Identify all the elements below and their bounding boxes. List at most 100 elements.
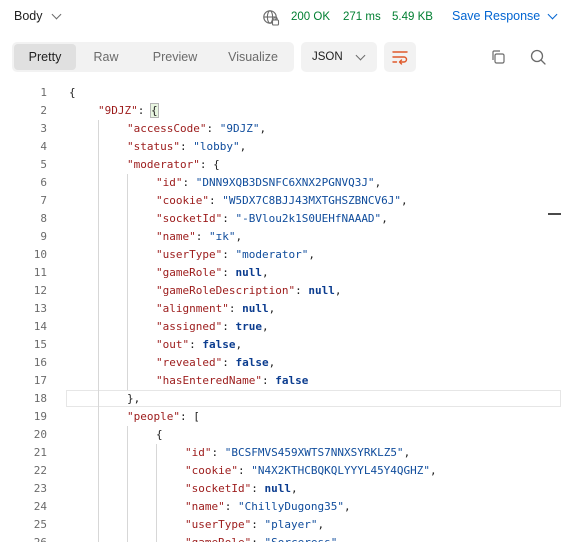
json-key: "9DJZ" — [98, 104, 138, 117]
json-punctuation: : — [182, 176, 196, 189]
line-number: 23 — [33, 482, 47, 495]
body-dropdown[interactable]: Body — [14, 9, 61, 23]
json-literal: false — [202, 338, 236, 351]
tab-visualize-label: Visualize — [228, 50, 278, 64]
bracket-match: { — [150, 103, 159, 118]
line-number: 20 — [33, 428, 47, 441]
json-punctuation: , — [403, 446, 411, 459]
json-key: "gameRole" — [185, 536, 251, 542]
json-punctuation: : — [222, 248, 236, 261]
code-text: "out": false, — [156, 336, 242, 354]
code-line: 16 "revealed": false, — [0, 354, 576, 372]
json-punctuation: : — [195, 230, 209, 243]
code-text: "gameRole": null, — [156, 264, 269, 282]
json-punctuation: : — [295, 284, 309, 297]
json-key: "out" — [156, 338, 190, 351]
line-number: 1 — [40, 86, 47, 99]
indent-guide — [127, 174, 128, 390]
json-string: "ChillyDugong35" — [238, 500, 344, 513]
line-number: 7 — [40, 194, 47, 207]
code-line: 21 "id": "BCSFMVS459XWTS7NNXSYRKLZ5", — [0, 444, 576, 462]
code-text: "alignment": null, — [156, 300, 275, 318]
code-text: "gameRole": "Sorceress" — [185, 534, 337, 542]
json-code-viewer[interactable]: 1{2 "9DJZ": {3 "accessCode": "9DJZ", 4 "stat… — [0, 84, 576, 542]
chevron-down-icon — [51, 9, 61, 19]
search-icon — [530, 49, 546, 65]
line-number: 25 — [33, 518, 47, 531]
json-punctuation: , — [343, 500, 351, 513]
json-punctuation: , — [317, 518, 325, 531]
json-punctuation: , — [235, 338, 243, 351]
code-line: 20 { — [0, 426, 576, 444]
tab-preview[interactable]: Preview — [136, 44, 214, 70]
status-code[interactable]: 200 OK — [291, 11, 330, 23]
code-text: { — [156, 426, 163, 444]
json-string: "lobby" — [193, 140, 240, 153]
json-punctuation: : — [251, 536, 264, 542]
code-text: "name": "ChillyDugong35", — [185, 498, 351, 516]
json-literal: null — [235, 266, 262, 279]
code-text: "name": "ɪk", — [156, 228, 242, 246]
code-line: 11 "gameRole": null, — [0, 264, 576, 282]
copy-button[interactable] — [487, 46, 509, 68]
copy-icon — [492, 50, 505, 64]
json-punctuation: , — [268, 302, 276, 315]
line-number: 13 — [33, 302, 47, 315]
code-line: 12 "gameRoleDescription": null, — [0, 282, 576, 300]
code-text: "revealed": false, — [156, 354, 275, 372]
json-key: "userType" — [156, 248, 223, 261]
search-button[interactable] — [527, 46, 549, 68]
code-text: }, — [127, 390, 140, 408]
tab-visualize[interactable]: Visualize — [214, 44, 292, 70]
code-line: 4 "status": "lobby", — [0, 138, 576, 156]
json-punctuation: , — [381, 212, 388, 225]
code-line: 14 "assigned": true, — [0, 318, 576, 336]
response-time[interactable]: 271 ms — [343, 11, 381, 23]
line-number: 22 — [33, 464, 47, 477]
response-size[interactable]: 5.49 KB — [392, 11, 433, 23]
json-literal: true — [235, 320, 262, 333]
body-label: Body — [14, 9, 43, 23]
indent-guide — [156, 444, 157, 542]
json-punctuation: : — [228, 302, 243, 315]
code-text: "userType": "player", — [185, 516, 324, 534]
code-line: 1{ — [0, 84, 576, 102]
json-punctuation: : — [222, 212, 236, 225]
wrap-lines-button[interactable] — [384, 42, 416, 72]
json-string: "player" — [264, 518, 318, 531]
json-punctuation: : — [251, 482, 265, 495]
line-number: 5 — [40, 158, 47, 171]
json-string: "9DJZ" — [219, 122, 260, 135]
tab-raw[interactable]: Raw — [76, 44, 136, 70]
code-text: "cookie": "W5DX7C8BJJ43MXTGHSZBNCV6J", — [156, 192, 408, 210]
json-key: "hasEnteredName" — [156, 374, 262, 387]
json-punctuation: { — [156, 428, 163, 441]
json-punctuation: : — [222, 356, 236, 369]
tab-pretty[interactable]: Pretty — [14, 44, 76, 70]
line-number: 26 — [0, 534, 47, 542]
format-select[interactable]: JSON — [301, 42, 377, 72]
save-response-button[interactable]: Save Response — [452, 9, 558, 23]
globe-lock-icon[interactable] — [262, 9, 280, 27]
line-number: 10 — [33, 248, 47, 261]
json-string: "DNN9XQB3DSNFC6XNX2PGNVQ3J" — [195, 176, 375, 189]
json-literal: null — [264, 482, 291, 495]
json-punctuation: , — [261, 320, 269, 333]
line-number: 3 — [40, 122, 47, 135]
json-key: "name" — [156, 230, 196, 243]
code-text: "id": "BCSFMVS459XWTS7NNXSYRKLZ5", — [185, 444, 410, 462]
json-key: "moderator" — [127, 158, 200, 171]
json-punctuation: , — [239, 140, 247, 153]
json-key: "people" — [127, 410, 180, 423]
json-key: "assigned" — [156, 320, 223, 333]
chevron-down-icon — [547, 9, 558, 19]
code-text: "cookie": "N4X2KTHCBQKQLYYYL45Y4QGHZ", — [185, 462, 437, 480]
json-punctuation: : — [222, 320, 236, 333]
json-key: "gameRole" — [156, 266, 223, 279]
json-string: "W5DX7C8BJJ43MXTGHSZBNCV6J" — [222, 194, 402, 207]
line-number: 2 — [40, 104, 47, 117]
code-line: 3 "accessCode": "9DJZ", — [0, 120, 576, 138]
indent-guide — [98, 120, 99, 542]
indent-guide — [127, 426, 128, 542]
json-punctuation: : — [222, 266, 236, 279]
